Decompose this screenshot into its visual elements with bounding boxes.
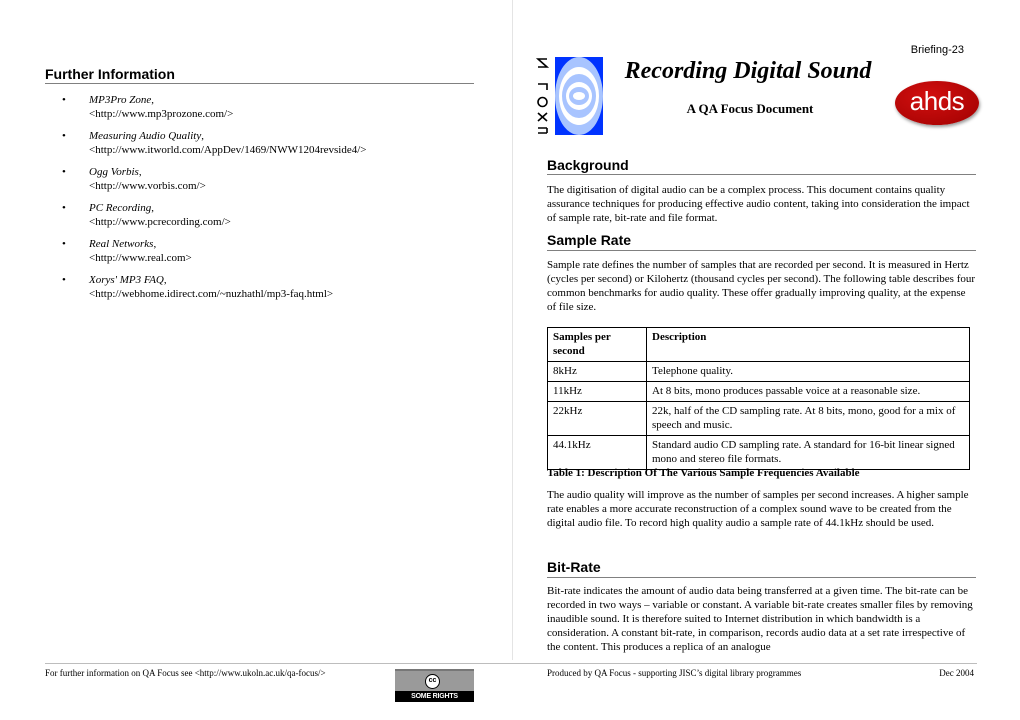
ahds-logo: ahds (895, 81, 979, 125)
table-row: 8kHz Telephone quality. (547, 361, 970, 382)
ukoln-logo (535, 57, 603, 135)
link-url[interactable]: <http://www.itworld.com/AppDev/1469/NWW1… (89, 144, 367, 156)
document-title: Recording Digital Sound (624, 58, 872, 84)
cc-icon: cc (425, 674, 440, 689)
bullet-icon: • (62, 238, 66, 250)
table-cell: Standard audio CD sampling rate. A stand… (646, 435, 970, 470)
heading-rule (45, 83, 474, 84)
bit-rate-heading: Bit-Rate (547, 559, 601, 575)
sample-rate-table: Samples per second Description 8kHz Telep… (547, 327, 970, 470)
cc-badge-text: SOME RIGHTS RESERVED (395, 691, 474, 711)
table-cell: 22kHz (547, 401, 647, 436)
sample-rate-heading: Sample Rate (547, 232, 632, 248)
table-header-row: Samples per second Description (547, 327, 970, 362)
heading-rule (547, 250, 976, 251)
table-cell: Telephone quality. (646, 361, 970, 382)
column-divider (512, 0, 513, 660)
bullet-icon: • (62, 130, 66, 142)
bit-rate-paragraph: Bit-rate indicates the amount of audio d… (547, 585, 973, 653)
link-title: Ogg Vorbis (89, 166, 139, 178)
document-subtitle: A QA Focus Document (686, 101, 814, 116)
heading-rule (547, 577, 976, 578)
link-title: MP3Pro Zone (89, 94, 152, 106)
cc-badge[interactable]: cc SOME RIGHTS RESERVED (395, 669, 474, 711)
sample-rate-paragraph-2: The audio quality will improve as the nu… (547, 489, 969, 529)
link-title: Measuring Audio Quality (89, 130, 202, 142)
table-cell: 8kHz (547, 361, 647, 382)
list-item: • Real Networks, <http://www.real.com> (62, 238, 192, 264)
table-cell: 22k, half of the CD sampling rate. At 8 … (646, 401, 970, 436)
sample-rate-paragraph: Sample rate defines the number of sample… (547, 259, 976, 313)
list-item: • Measuring Audio Quality, <http://www.itw… (62, 130, 367, 156)
column-header: Samples per second (547, 327, 647, 362)
list-item: • Xorys' MP3 FAQ, <http://webhome.idirect.… (62, 274, 334, 300)
list-item: • MP3Pro Zone, <http://www.mp3prozone.com/… (62, 94, 234, 120)
link-url[interactable]: <http://webhome.idirect.com/~nuzhathl/mp… (89, 288, 333, 300)
list-item: • Ogg Vorbis, <http://www.vorbis.com/> (62, 166, 206, 192)
table-cell: At 8 bits, mono produces passable voice … (646, 381, 970, 402)
table-cell: 44.1kHz (547, 435, 647, 470)
further-info-list: • MP3Pro Zone, <http://www.mp3prozone.com/… (62, 93, 472, 309)
link-url[interactable]: <http://www.vorbis.com/> (89, 180, 206, 192)
table-caption: Table 1: Description Of The Various Samp… (547, 467, 860, 479)
bullet-icon: • (62, 274, 66, 286)
footer-date: Dec 2004 (939, 668, 974, 678)
footer-rule (45, 663, 977, 664)
bullet-icon: • (62, 202, 66, 214)
heading-rule (547, 174, 976, 175)
link-url[interactable]: <http://www.real.com> (89, 252, 192, 264)
further-info-heading: Further Information (45, 66, 175, 82)
list-item: • PC Recording, <http://www.pcrecording.co… (62, 202, 231, 228)
link-url[interactable]: <http://www.mp3prozone.com/> (89, 108, 233, 120)
table-row: 22kHz 22k, half of the CD sampling rate. … (547, 401, 970, 436)
background-paragraph: The digitisation of digital audio can be… (547, 184, 970, 224)
footer-info-link[interactable]: For further information on QA Focus see … (45, 668, 326, 678)
briefing-number: Briefing-23 (910, 44, 964, 56)
ahds-logo-text: ahds (909, 86, 965, 116)
table-row: 44.1kHz Standard audio CD sampling rate. … (547, 435, 970, 470)
table-cell: 11kHz (547, 381, 647, 402)
background-heading: Background (547, 157, 629, 173)
link-title: PC Recording (89, 202, 152, 214)
document-page: Briefing-23 Further Information • MP3Pro … (0, 0, 1020, 720)
link-title: Real Networks (89, 238, 154, 250)
table-row: 11kHz At 8 bits, mono produces passable v… (547, 381, 970, 402)
link-url[interactable]: <http://www.pcrecording.com/> (89, 216, 231, 228)
bullet-icon: • (62, 166, 66, 178)
bullet-icon: • (62, 94, 66, 106)
link-title: Xorys' MP3 FAQ (89, 274, 164, 286)
column-header: Description (646, 327, 970, 362)
footer-produced-by: Produced by QA Focus - supporting JISC’s… (547, 668, 802, 678)
